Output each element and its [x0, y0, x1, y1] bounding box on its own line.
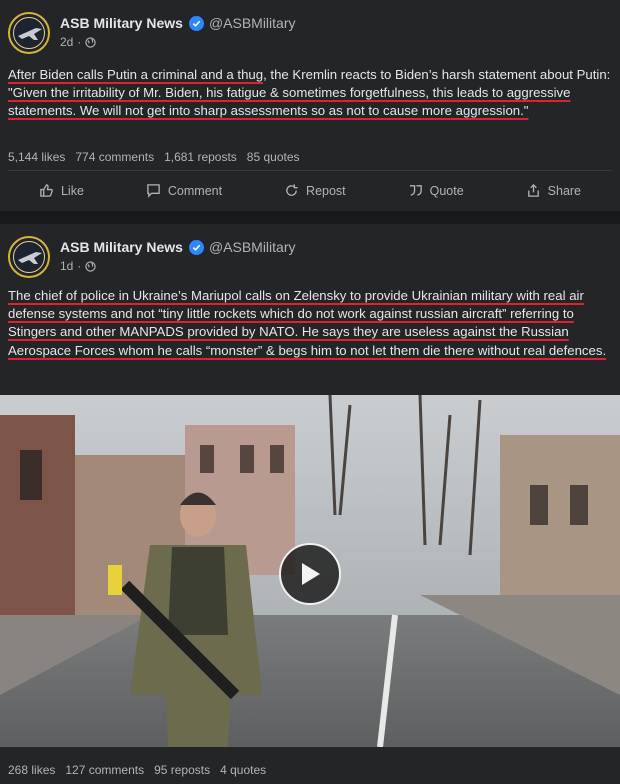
quote-button[interactable]: Quote [398, 175, 474, 206]
post-time[interactable]: 2d [60, 35, 73, 49]
post-header: ASB Military News @ASBMilitary 1d · [0, 224, 620, 282]
text-segment: , the Kremlin reacts to Biden’s harsh st… [263, 67, 611, 82]
like-icon [40, 184, 53, 197]
author-name[interactable]: ASB Military News [60, 15, 183, 31]
share-icon [527, 183, 539, 197]
reposts-count[interactable]: 1,681 reposts [164, 150, 237, 164]
repost-button[interactable]: Repost [274, 175, 356, 206]
repost-label: Repost [306, 183, 346, 198]
avatar[interactable] [8, 236, 50, 278]
quotes-count[interactable]: 85 quotes [247, 150, 300, 164]
author-name[interactable]: ASB Military News [60, 239, 183, 255]
post-stats: 5,144 likes 774 comments 1,681 reposts 8… [0, 150, 308, 164]
post-1: ASB Military News @ASBMilitary 2d · Afte… [0, 0, 620, 211]
likes-count[interactable]: 268 likes [8, 763, 55, 777]
verified-badge-icon [188, 15, 204, 31]
action-bar: Like Comment Repost Quote Share [8, 170, 612, 210]
share-label: Share [547, 183, 582, 198]
globe-icon [85, 260, 97, 272]
play-icon [302, 563, 320, 585]
post-stats: 268 likes 127 comments 95 reposts 4 quot… [0, 763, 274, 777]
post-separator [0, 211, 620, 224]
post-header: ASB Military News @ASBMilitary 2d · [0, 0, 620, 58]
post-time[interactable]: 1d [60, 259, 73, 273]
text-segment: After Biden calls Putin a criminal and a… [8, 67, 264, 82]
post-text: The chief of police in Ukraine’s Mariupo… [0, 287, 620, 360]
quote-label: Quote [429, 183, 464, 198]
comment-button[interactable]: Comment [136, 175, 232, 206]
like-button[interactable]: Like [29, 175, 94, 206]
comments-count[interactable]: 774 comments [75, 150, 154, 164]
quote-icon [409, 185, 422, 196]
verified-badge-icon [188, 239, 204, 255]
comment-label: Comment [167, 183, 223, 198]
jet-logo-icon [18, 252, 42, 264]
post-text: After Biden calls Putin a criminal and a… [0, 66, 620, 121]
author-handle[interactable]: @ASBMilitary [209, 15, 296, 31]
globe-icon [85, 36, 97, 48]
text-segment: The chief of police in Ukraine’s Mariupo… [8, 288, 607, 358]
play-button[interactable] [279, 543, 341, 605]
comment-icon [147, 184, 160, 198]
jet-logo-icon [18, 28, 42, 40]
like-label: Like [60, 183, 84, 198]
share-button[interactable]: Share [516, 175, 591, 206]
comments-count[interactable]: 127 comments [65, 763, 144, 777]
reposts-count[interactable]: 95 reposts [154, 763, 210, 777]
likes-count[interactable]: 5,144 likes [8, 150, 65, 164]
author-handle[interactable]: @ASBMilitary [209, 239, 296, 255]
repost-icon [286, 184, 298, 196]
avatar[interactable] [8, 12, 50, 54]
text-segment: "Given the irritability of Mr. Biden, hi… [8, 85, 571, 119]
quotes-count[interactable]: 4 quotes [220, 763, 266, 777]
